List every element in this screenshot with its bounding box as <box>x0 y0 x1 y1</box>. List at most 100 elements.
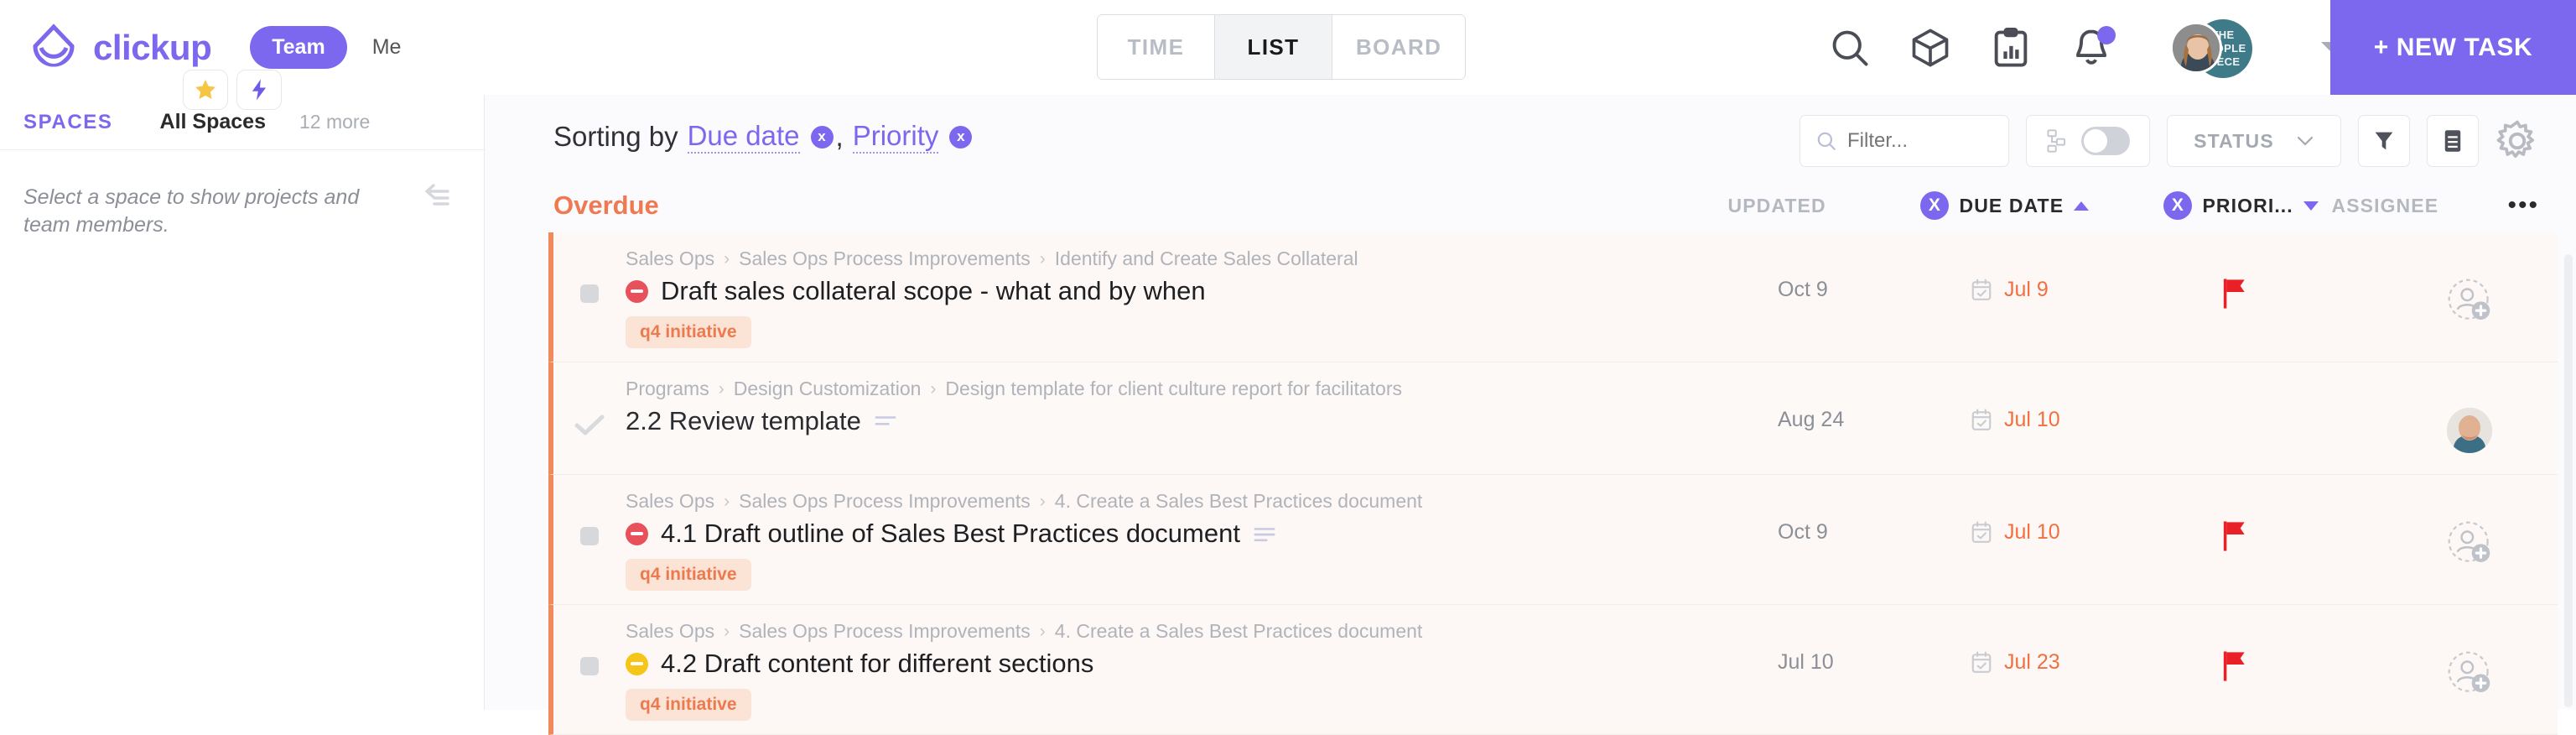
subtask-toggle-switch[interactable] <box>2081 127 2130 155</box>
updated-value: Jul 10 <box>1778 650 1834 675</box>
new-task-button[interactable]: + NEW TASK <box>2330 0 2576 95</box>
tab-list[interactable]: LIST <box>1215 15 1332 79</box>
avatar[interactable] <box>2170 22 2222 74</box>
cell-assignee[interactable] <box>2381 378 2558 453</box>
status-badge[interactable] <box>626 523 648 545</box>
notifications-button[interactable] <box>2070 26 2113 70</box>
collapse-sidebar-icon[interactable] <box>420 182 454 207</box>
breadcrumb-item[interactable]: Programs <box>626 378 709 400</box>
gear-icon[interactable] <box>2496 119 2539 163</box>
column-header-updated[interactable]: UPDATED <box>1727 195 1920 217</box>
task-checkbox[interactable] <box>553 248 626 303</box>
cell-assignee[interactable] <box>2381 248 2558 323</box>
breadcrumb-item[interactable]: 4. Create a Sales Best Practices documen… <box>1055 620 1423 643</box>
column-options-menu[interactable]: ••• <box>2507 191 2539 220</box>
top-icon-tray: THE PEOPLE PIECE <box>1828 0 2343 95</box>
table-row[interactable]: Sales Ops › Sales Ops Process Improvemen… <box>548 475 2558 605</box>
filter-button[interactable] <box>2358 115 2410 167</box>
task-checkbox[interactable] <box>553 378 626 436</box>
column-header-assignee[interactable]: ASSIGNEE <box>2331 195 2507 217</box>
star-icon <box>193 77 218 102</box>
view-document-button[interactable] <box>2427 115 2479 167</box>
cell-priority[interactable] <box>2214 620 2381 682</box>
brand-logo[interactable]: clickup <box>29 23 211 73</box>
cell-priority[interactable] <box>2214 490 2381 552</box>
remove-sort-priority-icon[interactable]: x <box>949 126 972 149</box>
task-checkbox[interactable] <box>553 490 626 545</box>
tag[interactable]: q4 initiative <box>626 316 751 348</box>
sort-criterion-priority[interactable]: Priority <box>853 120 939 154</box>
subtask-toggle-button[interactable] <box>2026 115 2150 167</box>
breadcrumb-item[interactable]: Sales Ops Process Improvements <box>739 248 1031 270</box>
lightning-icon <box>247 77 272 102</box>
breadcrumb-item[interactable]: 4. Create a Sales Best Practices documen… <box>1055 490 1423 513</box>
cell-due-date[interactable]: Jul 10 <box>1971 490 2214 545</box>
status-dropdown-label: STATUS <box>2194 130 2274 153</box>
breadcrumb-item[interactable]: Design Customization <box>734 378 922 400</box>
due-date-value: Jul 10 <box>2004 408 2060 432</box>
status-dropdown[interactable]: STATUS <box>2167 115 2341 167</box>
cell-assignee[interactable] <box>2381 490 2558 566</box>
add-assignee-icon <box>2447 278 2492 323</box>
column-header-priority[interactable]: X PRIORI... <box>2163 191 2331 220</box>
clipboard-chart-icon[interactable] <box>1989 26 2033 70</box>
team-pill[interactable]: Team <box>250 26 346 69</box>
filter-search-box[interactable] <box>1800 115 2009 167</box>
breadcrumb-item[interactable]: Sales Ops <box>626 248 714 270</box>
breadcrumb-item[interactable]: Identify and Create Sales Collateral <box>1055 248 1358 270</box>
breadcrumb-separator-icon: › <box>719 379 724 399</box>
tag[interactable]: q4 initiative <box>626 689 751 721</box>
cell-due-date[interactable]: Jul 23 <box>1971 620 2214 675</box>
column-header-due-date[interactable]: X DUE DATE <box>1920 191 2163 220</box>
breadcrumb-item[interactable]: Design template for client culture repor… <box>945 378 1402 400</box>
cell-due-date[interactable]: Jul 9 <box>1971 248 2214 302</box>
table-row[interactable]: Sales Ops › Sales Ops Process Improvemen… <box>548 232 2558 362</box>
task-tags: q4 initiative <box>626 689 1761 721</box>
task-main: Sales Ops › Sales Ops Process Improvemen… <box>626 490 1778 591</box>
sidebar: SPACES All Spaces 12 more Select a space… <box>0 95 485 710</box>
table-row[interactable]: Sales Ops › Sales Ops Process Improvemen… <box>548 605 2558 735</box>
checkbox-square-icon <box>580 657 599 675</box>
remove-sort-priority-icon[interactable]: X <box>2163 191 2192 220</box>
cell-priority[interactable] <box>2214 248 2381 310</box>
tag[interactable]: q4 initiative <box>626 559 751 591</box>
breadcrumb-separator-icon: › <box>1040 249 1046 269</box>
sidebar-more-spaces[interactable]: 12 more <box>299 111 370 133</box>
favorites-button[interactable] <box>183 70 228 110</box>
sidebar-item-all-spaces[interactable]: All Spaces <box>160 110 266 134</box>
cube-icon[interactable] <box>1909 26 1952 70</box>
workspace-user-menu[interactable]: THE PEOPLE PIECE <box>2170 17 2269 79</box>
remove-sort-due-date-icon[interactable]: x <box>811 126 834 149</box>
breadcrumb-item[interactable]: Sales Ops Process Improvements <box>739 620 1031 643</box>
sort-criterion-due-date[interactable]: Due date <box>688 120 800 154</box>
breadcrumb: Sales Ops › Sales Ops Process Improvemen… <box>626 490 1761 513</box>
search-icon[interactable] <box>1828 26 1872 70</box>
breadcrumb-item[interactable]: Sales Ops <box>626 620 714 643</box>
cell-assignee[interactable] <box>2381 620 2558 696</box>
me-pill[interactable]: Me <box>356 26 418 69</box>
task-title[interactable]: Draft sales collateral scope - what and … <box>661 276 1206 306</box>
remove-sort-due-date-icon[interactable]: X <box>1920 191 1949 220</box>
breadcrumb-item[interactable]: Sales Ops <box>626 490 714 513</box>
cell-updated: Oct 9 <box>1778 248 1971 302</box>
tab-time[interactable]: TIME <box>1098 15 1215 79</box>
table-row[interactable]: Programs › Design Customization › Design… <box>548 362 2558 475</box>
task-checkbox[interactable] <box>553 620 626 675</box>
task-title[interactable]: 2.2 Review template <box>626 406 861 436</box>
group-header-overdue[interactable]: Overdue UPDATED X DUE DATE X PRIORI... A… <box>485 179 2576 232</box>
cell-priority[interactable] <box>2214 378 2381 408</box>
status-badge[interactable] <box>626 280 648 303</box>
assignee-avatar[interactable] <box>2447 408 2492 453</box>
cell-due-date[interactable]: Jul 10 <box>1971 378 2214 432</box>
breadcrumb-item[interactable]: Sales Ops Process Improvements <box>739 490 1031 513</box>
task-title[interactable]: 4.2 Draft content for different sections <box>661 649 1093 679</box>
checkmark-icon <box>574 414 605 436</box>
task-title[interactable]: 4.1 Draft outline of Sales Best Practice… <box>661 519 1240 549</box>
status-badge[interactable] <box>626 653 648 675</box>
search-input[interactable] <box>1847 129 1981 153</box>
automations-button[interactable] <box>236 70 282 110</box>
vertical-scrollbar[interactable] <box>2564 254 2573 707</box>
cell-updated: Aug 24 <box>1778 378 1971 432</box>
chevron-down-icon <box>2296 135 2314 147</box>
tab-board[interactable]: BOARD <box>1332 15 1465 79</box>
